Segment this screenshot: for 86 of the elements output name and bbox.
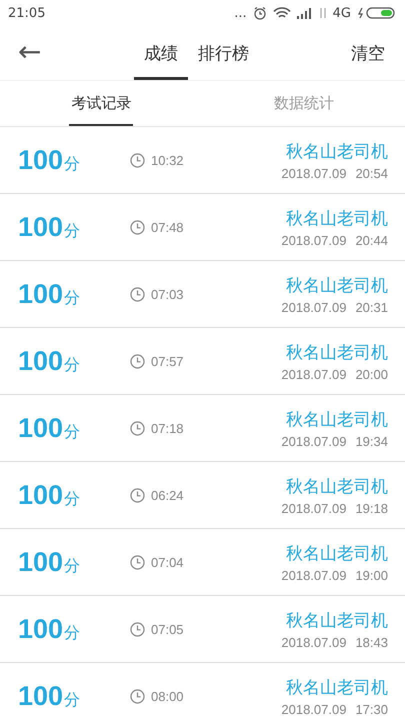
- score-value: 100: [18, 412, 64, 444]
- record-time: 17:30: [355, 702, 388, 716]
- exam-duration: 07:04: [151, 554, 184, 570]
- user-name: 秋名山老司机: [286, 408, 388, 430]
- score-value: 100: [18, 680, 64, 712]
- record-date: 2018.07.09: [281, 166, 346, 180]
- header-tab[interactable]: 成绩: [134, 26, 188, 80]
- record-row[interactable]: 100分 07:04 秋名山老司机 2018.07.09 19:00: [0, 529, 405, 596]
- score-value: 100: [18, 346, 64, 376]
- wifi-icon: [272, 6, 291, 20]
- clock-icon: [130, 554, 145, 570]
- clock-icon: [130, 420, 145, 436]
- record-row[interactable]: 100分 08:00 秋名山老司机 2018.07.09 17:30: [0, 663, 405, 720]
- user-name: 秋名山老司机: [286, 274, 388, 296]
- record-row[interactable]: 100分 06:24 秋名山老司机 2018.07.09 19:18: [0, 462, 405, 529]
- exam-duration: 07:57: [151, 354, 184, 368]
- record-date: 2018.07.09: [281, 568, 346, 582]
- record-time: 18:43: [355, 634, 388, 650]
- score-value: 100: [18, 546, 64, 578]
- score-value: 100: [18, 144, 64, 176]
- score-unit: 分: [64, 488, 80, 510]
- score-value: 100: [18, 212, 64, 242]
- score-unit: 分: [64, 354, 80, 376]
- network-type: 4G: [332, 6, 351, 20]
- user-name: 秋名山老司机: [286, 208, 388, 230]
- exam-duration: 06:24: [151, 488, 184, 502]
- record-date: 2018.07.09: [281, 300, 346, 314]
- record-time: 20:44: [355, 232, 388, 248]
- clock-icon: [130, 688, 145, 704]
- exam-duration: 07:48: [151, 220, 184, 234]
- record-time: 19:00: [355, 568, 388, 582]
- back-button[interactable]: ←: [0, 34, 70, 72]
- user-name: 秋名山老司机: [286, 140, 388, 162]
- alarm-icon: [252, 6, 267, 20]
- record-date: 2018.07.09: [281, 434, 346, 448]
- sub-tab[interactable]: 考试记录: [69, 81, 134, 126]
- user-name: 秋名山老司机: [286, 342, 388, 364]
- score-value: 100: [18, 278, 64, 310]
- signal-icon: [296, 7, 313, 19]
- record-date: 2018.07.09: [281, 500, 346, 516]
- record-time: 20:00: [355, 366, 388, 382]
- record-row[interactable]: 100分 07:05 秋名山老司机 2018.07.09 18:43: [0, 596, 405, 663]
- user-name: 秋名山老司机: [286, 676, 388, 698]
- notification-dots: ...: [234, 6, 247, 20]
- record-time: 20:31: [355, 300, 388, 314]
- clock-icon: [130, 354, 145, 368]
- clock-icon: [130, 488, 145, 502]
- user-name: 秋名山老司机: [286, 476, 388, 498]
- clock-icon: [130, 152, 145, 168]
- clock-icon: [130, 622, 145, 636]
- clock-icon: [130, 286, 145, 302]
- exam-duration: 07:18: [151, 420, 184, 436]
- exam-duration: 10:32: [151, 152, 184, 168]
- score-value: 100: [18, 614, 64, 644]
- record-row[interactable]: 100分 07:48 秋名山老司机 2018.07.09 20:44: [0, 194, 405, 261]
- record-time: 20:54: [355, 166, 388, 180]
- record-row[interactable]: 100分 07:57 秋名山老司机 2018.07.09 20:00: [0, 328, 405, 395]
- score-unit: 分: [64, 288, 80, 308]
- record-row[interactable]: 100分 07:18 秋名山老司机 2018.07.09 19:34: [0, 395, 405, 462]
- header-tab[interactable]: 排行榜: [188, 26, 259, 80]
- charging-battery-icon: [357, 7, 397, 19]
- record-row[interactable]: 100分 10:32 秋名山老司机 2018.07.09 20:54: [0, 127, 405, 194]
- sub-tab[interactable]: 数据统计: [272, 81, 336, 126]
- record-date: 2018.07.09: [281, 634, 346, 650]
- clock-icon: [130, 220, 145, 234]
- score-unit: 分: [64, 556, 80, 576]
- score-unit: 分: [64, 422, 80, 442]
- record-date: 2018.07.09: [281, 232, 346, 248]
- exam-duration: 07:05: [151, 622, 184, 636]
- exam-duration: 07:03: [151, 286, 184, 302]
- score-unit: 分: [64, 622, 80, 644]
- score-unit: 分: [64, 154, 80, 174]
- user-name: 秋名山老司机: [286, 542, 388, 564]
- score-unit: 分: [64, 690, 80, 710]
- user-name: 秋名山老司机: [286, 610, 388, 632]
- data-arrows-icon: [318, 7, 327, 19]
- score-value: 100: [18, 480, 64, 510]
- record-row[interactable]: 100分 07:03 秋名山老司机 2018.07.09 20:31: [0, 261, 405, 328]
- clear-button[interactable]: 清空: [345, 40, 405, 66]
- status-time: 21:05: [8, 6, 46, 20]
- record-time: 19:18: [355, 500, 388, 516]
- record-date: 2018.07.09: [281, 702, 346, 716]
- record-date: 2018.07.09: [281, 366, 346, 382]
- exam-duration: 08:00: [151, 688, 184, 704]
- record-time: 19:34: [355, 434, 388, 448]
- score-unit: 分: [64, 220, 80, 242]
